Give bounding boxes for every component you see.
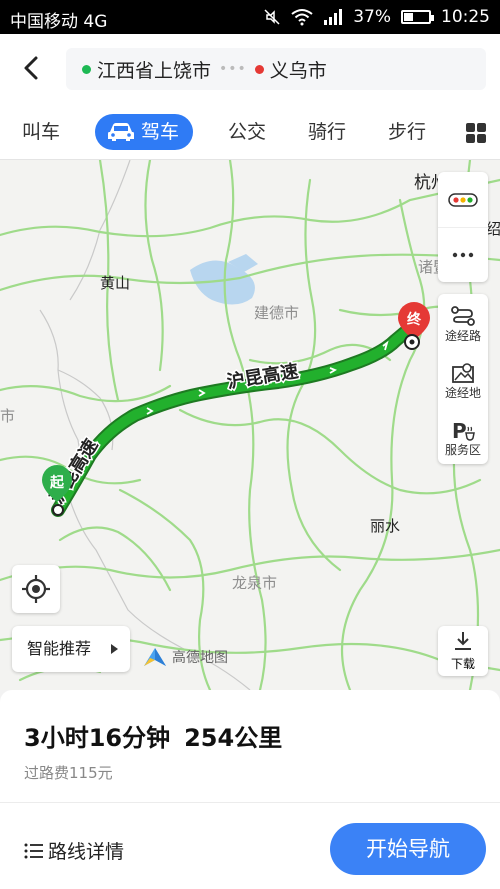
tab-drive[interactable]: 驾车 <box>95 114 194 150</box>
route-separator: ••• <box>219 61 247 77</box>
signal-icon <box>324 9 343 25</box>
more-modes-icon[interactable] <box>466 123 486 143</box>
route-summary: 3小时16分钟 254公里 <box>24 718 282 753</box>
destination-label[interactable]: 义乌市 <box>270 56 327 83</box>
route-options-panel: 途经路 途经地 P 服务区 <box>438 294 488 464</box>
more-icon <box>452 252 474 258</box>
route-input-box[interactable]: 江西省上饶市 ••• 义乌市 <box>66 48 486 90</box>
map-view[interactable]: 沪昆高速 沪昆高速 起 终 杭州 黄山 建德市 诸暨 绍 丽水 龙泉市 市 途经… <box>0 160 500 690</box>
smart-recommend-label: 智能推荐 <box>27 639 92 658</box>
amap-logo: 高德地图 <box>142 646 228 668</box>
tab-walk[interactable]: 步行 <box>388 114 426 150</box>
traffic-button[interactable] <box>438 172 488 227</box>
start-navigation-button[interactable]: 开始导航 <box>330 823 486 875</box>
origin-label[interactable]: 江西省上饶市 <box>97 56 211 83</box>
back-icon[interactable] <box>16 52 48 84</box>
end-marker-label: 终 <box>407 311 422 328</box>
waypoint-place-icon <box>452 363 474 383</box>
svg-text:P: P <box>452 419 467 441</box>
battery-icon <box>401 10 434 24</box>
waypoint-place-button[interactable]: 途经地 <box>438 351 488 407</box>
origin-dot <box>82 64 91 74</box>
download-button[interactable]: 下载 <box>438 626 488 676</box>
route-duration: 3小时16分钟 <box>24 724 171 752</box>
tab-drive-label: 驾车 <box>141 121 180 143</box>
wifi-icon <box>291 9 313 26</box>
service-area-button[interactable]: P 服务区 <box>438 408 488 464</box>
route-details-label: 路线详情 <box>48 841 125 863</box>
waypoint-route-label: 途经路 <box>444 329 481 343</box>
carrier-label: 中国移动 4G <box>10 12 108 32</box>
travel-mode-tabs: 叫车 驾车 公交 骑行 步行 <box>0 104 500 160</box>
bottom-action-bar: 路线详情 开始导航 <box>0 802 500 889</box>
city-lishui: 丽水 <box>370 517 401 535</box>
tab-ride[interactable]: 骑行 <box>308 114 346 150</box>
download-icon <box>455 632 471 650</box>
service-area-icon: P <box>452 419 475 441</box>
service-area-label: 服务区 <box>444 443 481 457</box>
city-jiande: 建德市 <box>254 304 300 322</box>
traffic-light-icon <box>448 192 478 207</box>
waypoint-route-button[interactable]: 途经路 <box>438 294 488 350</box>
destination-dot <box>254 64 264 74</box>
locate-icon <box>22 575 50 603</box>
waypoint-place-label: 途经地 <box>444 386 481 400</box>
caret-right-icon <box>111 644 118 654</box>
locate-button[interactable] <box>12 565 60 613</box>
start-marker-label: 起 <box>49 474 65 491</box>
tab-transit[interactable]: 公交 <box>228 114 266 150</box>
amap-logo-text: 高德地图 <box>172 650 228 666</box>
city-huangshan: 黄山 <box>100 274 131 292</box>
mute-icon <box>264 9 280 25</box>
amap-logo-icon <box>144 648 166 666</box>
map-tools-panel <box>438 172 488 282</box>
route-distance: 254公里 <box>184 724 283 752</box>
city-shao: 绍 <box>486 220 500 238</box>
route-header: 江西省上饶市 ••• 义乌市 <box>0 34 500 104</box>
route-details-button[interactable]: 路线详情 <box>24 837 124 864</box>
clock: 10:25 <box>441 7 490 27</box>
car-icon <box>108 123 134 141</box>
battery-percent: 37% <box>353 7 391 27</box>
smart-recommend-button[interactable]: 智能推荐 <box>12 626 130 672</box>
list-icon <box>24 843 43 858</box>
status-bar: 中国移动 4G 37% 10:25 <box>0 0 500 34</box>
toll-fee: 过路费115元 <box>24 764 113 782</box>
city-shi-left: 市 <box>0 407 16 425</box>
waypoint-route-icon <box>451 306 475 326</box>
more-button[interactable] <box>438 227 488 282</box>
city-longquan: 龙泉市 <box>232 574 278 592</box>
route-summary-card[interactable]: 3小时16分钟 254公里 过路费115元 <box>0 690 500 802</box>
map-canvas[interactable]: 沪昆高速 沪昆高速 起 终 <box>0 160 500 690</box>
tab-call-car[interactable]: 叫车 <box>22 114 60 150</box>
download-label: 下载 <box>450 657 475 671</box>
